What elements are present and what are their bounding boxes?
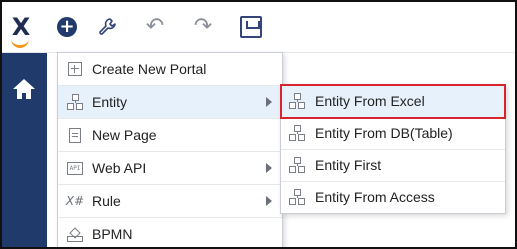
submenu-item-label: Entity From Excel bbox=[315, 93, 425, 109]
page-icon bbox=[67, 127, 83, 143]
entity-hierarchy-icon bbox=[289, 189, 305, 205]
menu-item-label: BPMN bbox=[92, 226, 133, 242]
menu-item-label: Web API bbox=[92, 160, 147, 176]
submenu-item-entity-from-db[interactable]: Entity From DB(Table) bbox=[281, 117, 505, 150]
undo-icon[interactable]: ↶ bbox=[142, 14, 168, 40]
app-window: X + ↶ ↷ Create New Portal Entity New Pag… bbox=[0, 0, 517, 249]
add-circle-icon[interactable]: + bbox=[54, 14, 80, 40]
toolbar: X + ↶ ↷ bbox=[2, 2, 515, 53]
submenu-item-entity-from-access[interactable]: Entity From Access bbox=[281, 181, 505, 213]
submenu-arrow-icon bbox=[266, 97, 272, 107]
submenu-item-label: Entity From Access bbox=[315, 189, 435, 205]
create-menu: Create New Portal Entity New Page API We… bbox=[57, 52, 283, 247]
menu-item-create-new-portal[interactable]: Create New Portal bbox=[58, 53, 282, 86]
menu-item-label: Entity bbox=[92, 94, 128, 110]
rule-icon: X# bbox=[65, 194, 85, 208]
submenu-item-label: Entity From DB(Table) bbox=[315, 125, 453, 141]
save-icon[interactable] bbox=[238, 14, 264, 40]
left-sidebar bbox=[2, 53, 47, 247]
menu-item-label: New Page bbox=[92, 127, 157, 143]
bpmn-icon bbox=[67, 226, 83, 242]
redo-icon[interactable]: ↷ bbox=[190, 14, 216, 40]
submenu-item-label: Entity First bbox=[315, 157, 382, 173]
menu-item-entity[interactable]: Entity bbox=[58, 86, 282, 119]
logo-letter: X bbox=[11, 13, 31, 41]
save-glyph bbox=[240, 16, 262, 38]
entity-hierarchy-icon bbox=[289, 157, 305, 173]
submenu-item-entity-first[interactable]: Entity First bbox=[281, 149, 505, 182]
menu-item-label: Create New Portal bbox=[92, 61, 207, 77]
submenu-arrow-icon bbox=[266, 163, 272, 173]
wrench-icon[interactable] bbox=[94, 14, 120, 40]
entity-hierarchy-icon bbox=[67, 94, 83, 110]
menu-item-web-api[interactable]: API Web API bbox=[58, 152, 282, 185]
menu-item-bpmn[interactable]: BPMN bbox=[58, 218, 282, 247]
submenu-arrow-icon bbox=[266, 196, 272, 206]
wrench-svg bbox=[99, 18, 116, 35]
undo-glyph: ↶ bbox=[145, 14, 165, 39]
menu-item-rule[interactable]: X# Rule bbox=[58, 185, 282, 218]
menu-item-new-page[interactable]: New Page bbox=[58, 119, 282, 152]
api-icon: API bbox=[67, 160, 83, 176]
redo-glyph: ↷ bbox=[193, 14, 213, 39]
logo-smile-mark bbox=[11, 38, 29, 48]
menu-item-label: Rule bbox=[92, 193, 121, 209]
entity-hierarchy-icon bbox=[289, 125, 305, 141]
x-logo-icon[interactable]: X bbox=[8, 13, 34, 48]
add-glyph: + bbox=[57, 17, 77, 37]
home-icon[interactable] bbox=[13, 79, 35, 101]
entity-submenu: Entity From Excel Entity From DB(Table) … bbox=[280, 84, 506, 214]
add-box-icon bbox=[67, 61, 83, 77]
submenu-item-entity-from-excel[interactable]: Entity From Excel bbox=[280, 84, 506, 119]
entity-hierarchy-icon bbox=[289, 93, 305, 109]
